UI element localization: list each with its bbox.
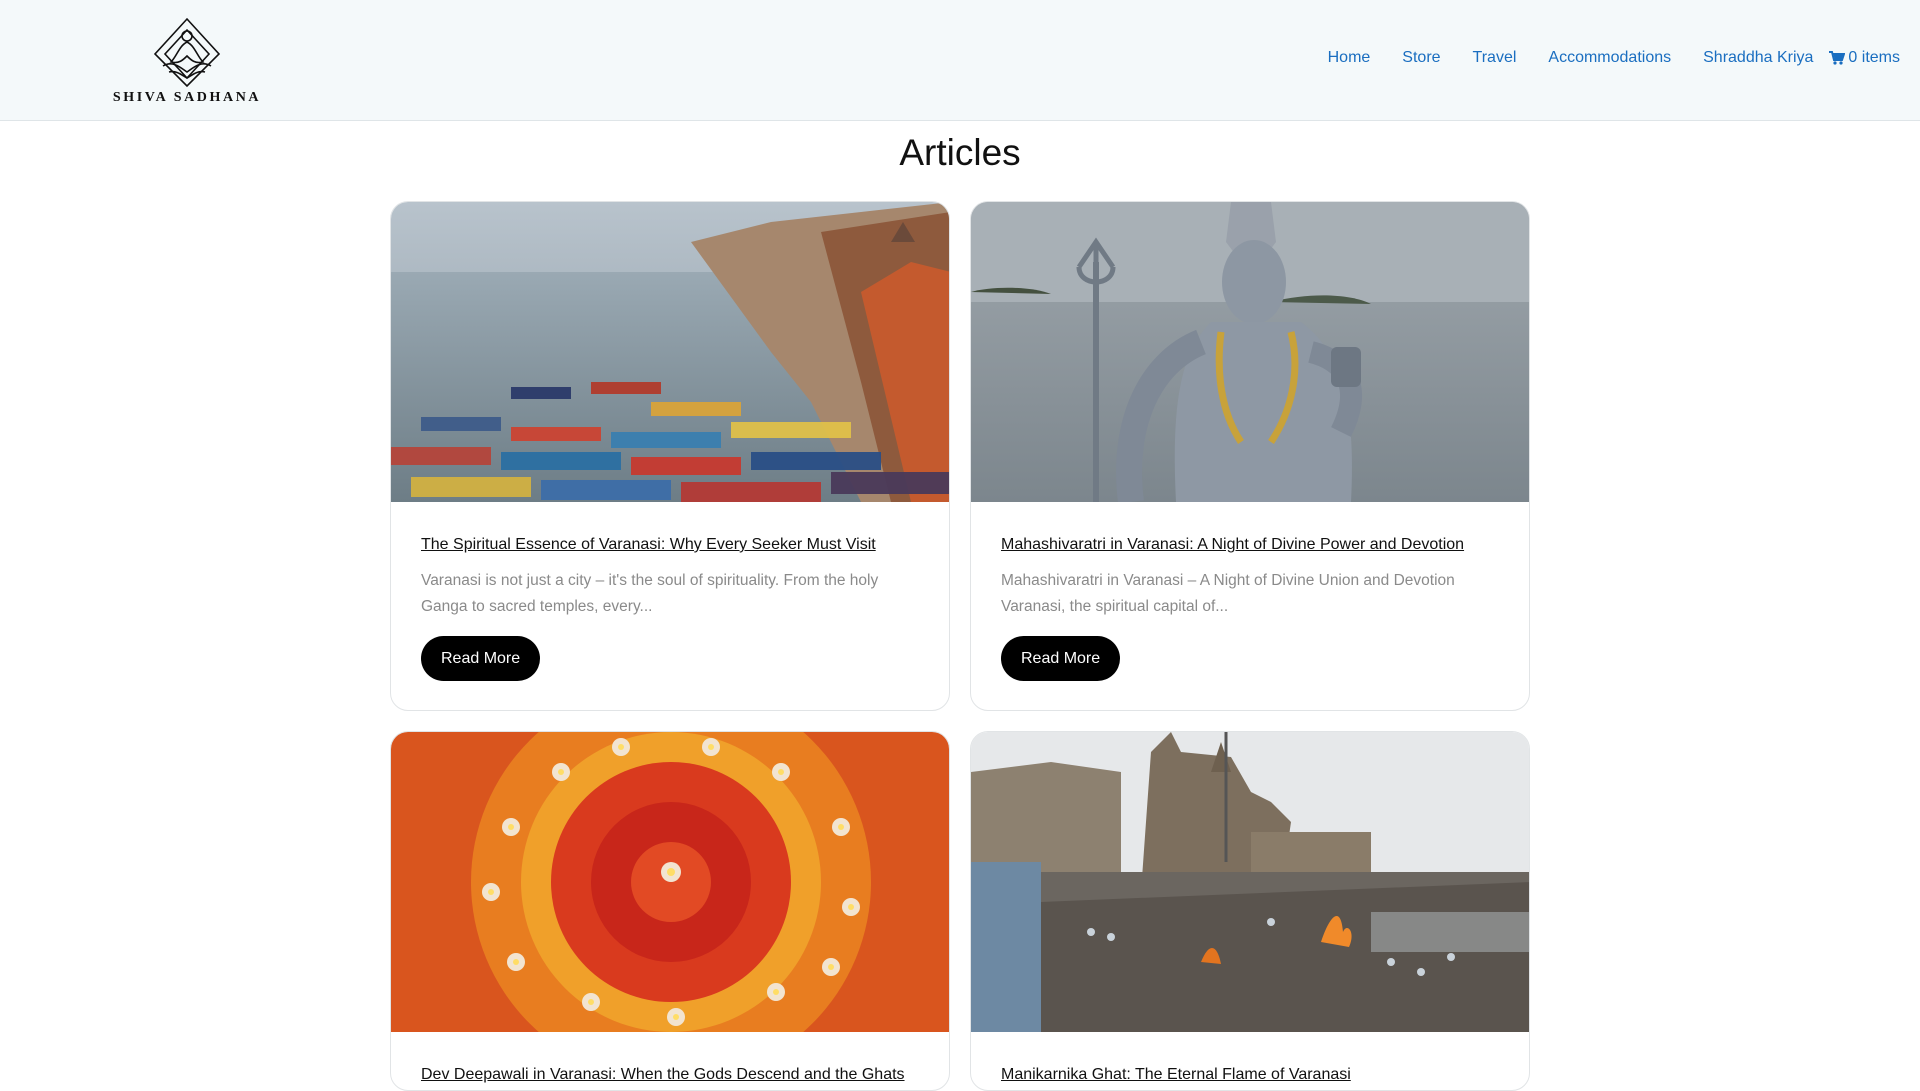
lotus-meditation-logo-icon [153, 17, 221, 88]
site-header: SHIVA SADHANA Home Store Travel Accommod… [0, 0, 1920, 121]
nav-travel[interactable]: Travel [1473, 49, 1517, 67]
page-title: Articles [899, 132, 1021, 173]
article-excerpt: Varanasi is not just a city – it's the s… [421, 572, 879, 615]
nav-accommodations[interactable]: Accommodations [1548, 49, 1671, 67]
article-image-manikarnika-ghat[interactable] [971, 732, 1529, 1032]
article-card: Manikarnika Ghat: The Eternal Flame of V… [970, 731, 1530, 1091]
nav-shraddha-kriya[interactable]: Shraddha Kriya [1703, 49, 1813, 67]
cart-count: 0 items [1848, 49, 1900, 66]
article-card: Dev Deepawali in Varanasi: When the Gods… [390, 731, 950, 1091]
brand-name: SHIVA SADHANA [112, 90, 262, 105]
nav-home[interactable]: Home [1328, 49, 1371, 67]
main-nav: Home Store Travel Accommodations Shraddh… [1296, 49, 1900, 67]
read-more-button[interactable]: Read More [1001, 636, 1121, 681]
article-title-link[interactable]: Manikarnika Ghat: The Eternal Flame of V… [1001, 1066, 1499, 1084]
site-logo[interactable]: SHIVA SADHANA [112, 16, 262, 106]
cart-link[interactable]: 0 items [1829, 49, 1900, 67]
article-title-link[interactable]: The Spiritual Essence of Varanasi: Why E… [421, 536, 919, 554]
article-card: The Spiritual Essence of Varanasi: Why E… [390, 201, 950, 711]
article-title-link[interactable]: Dev Deepawali in Varanasi: When the Gods… [421, 1066, 919, 1084]
article-excerpt: Mahashivaratri in Varanasi – A Night of … [1001, 572, 1455, 615]
article-title-link[interactable]: Mahashivaratri in Varanasi: A Night of D… [1001, 536, 1499, 554]
article-image-varanasi-ghats[interactable] [391, 202, 949, 502]
shopping-cart-icon [1829, 51, 1846, 65]
article-image-diya-rangoli[interactable] [391, 732, 949, 1032]
nav-store[interactable]: Store [1402, 49, 1440, 67]
article-card: Mahashivaratri in Varanasi: A Night of D… [970, 201, 1530, 711]
read-more-button[interactable]: Read More [421, 636, 541, 681]
article-image-shiva-statue[interactable] [971, 202, 1529, 502]
